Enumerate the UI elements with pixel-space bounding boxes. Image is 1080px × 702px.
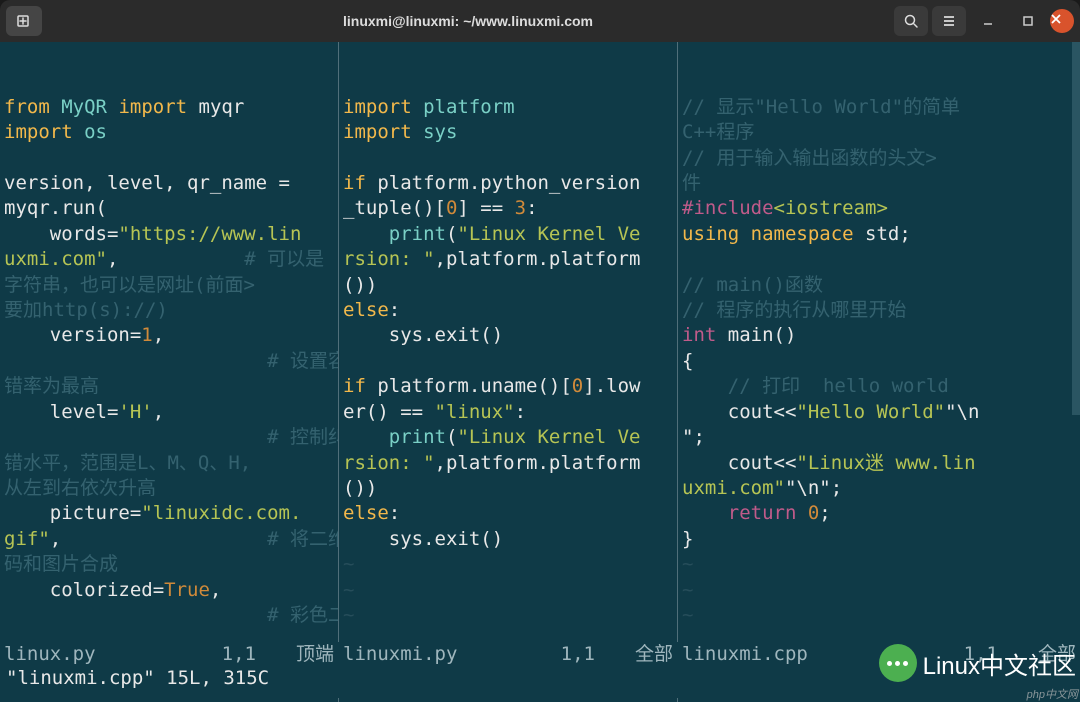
- maximize-button[interactable]: [1010, 6, 1046, 36]
- watermark: Linux中文社区: [875, 640, 1080, 686]
- close-button[interactable]: [1050, 9, 1074, 33]
- kw-from: from: [4, 96, 50, 118]
- titlebar: linuxmi@linuxmi: ~/www.linuxmi.com: [0, 0, 1080, 42]
- pane-middle[interactable]: import platform import sys if platform.p…: [339, 42, 677, 702]
- php-watermark: php中文网: [1027, 686, 1078, 702]
- pane-right[interactable]: // 显示"Hello World"的简单 C++程序 // 用于输入输出函数的…: [678, 42, 1080, 702]
- window-title: linuxmi@linuxmi: ~/www.linuxmi.com: [42, 13, 894, 29]
- pane-left[interactable]: from MyQR import myqr import os version,…: [0, 42, 338, 702]
- scrollbar[interactable]: [1072, 42, 1080, 664]
- minimize-button[interactable]: [970, 6, 1006, 36]
- new-tab-button[interactable]: [6, 6, 42, 36]
- editor-area[interactable]: from MyQR import myqr import os version,…: [0, 42, 1080, 702]
- menu-button[interactable]: [932, 6, 966, 36]
- chat-icon: [879, 644, 917, 682]
- search-button[interactable]: [894, 6, 928, 36]
